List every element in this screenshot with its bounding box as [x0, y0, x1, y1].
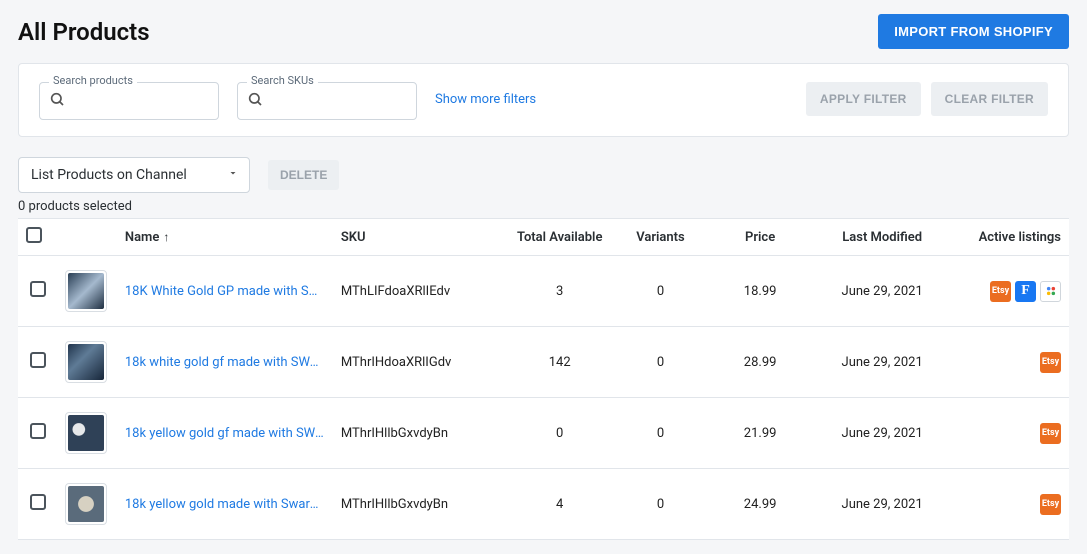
column-header-sku[interactable]: SKU	[333, 219, 507, 256]
product-thumbnail[interactable]	[65, 341, 107, 383]
product-sku: MThrIHdoaXRlIGdv	[333, 327, 507, 398]
google-listing-icon	[1040, 281, 1061, 302]
page-title: All Products	[18, 18, 150, 46]
column-header-total-available[interactable]: Total Available	[507, 219, 612, 256]
etsy-listing-icon: Etsy	[990, 281, 1011, 302]
products-table: Name↑ SKU Total Available Variants Price…	[18, 218, 1069, 540]
product-variants: 0	[612, 327, 708, 398]
delete-button[interactable]: DELETE	[268, 160, 339, 190]
product-total-available: 4	[507, 469, 612, 540]
active-listings: Etsy	[961, 423, 1061, 444]
product-name-link[interactable]: 18k yellow gold made with Swarovski…	[125, 497, 325, 512]
product-sku: MThrIHllbGxvdyBn	[333, 398, 507, 469]
chevron-down-icon	[227, 167, 239, 183]
filters-panel: Search products Search SKUs Show more fi…	[18, 63, 1069, 137]
product-price: 21.99	[709, 398, 812, 469]
row-checkbox[interactable]	[30, 281, 46, 297]
row-checkbox[interactable]	[30, 352, 46, 368]
import-from-shopify-button[interactable]: IMPORT FROM SHOPIFY	[878, 14, 1069, 49]
clear-filter-button[interactable]: CLEAR FILTER	[931, 82, 1048, 116]
product-price: 24.99	[709, 469, 812, 540]
active-listings: EtsyF	[961, 281, 1061, 302]
sort-asc-icon: ↑	[163, 230, 169, 244]
show-more-filters-link[interactable]: Show more filters	[435, 92, 536, 107]
etsy-listing-icon: Etsy	[1040, 494, 1061, 515]
column-header-last-modified[interactable]: Last Modified	[812, 219, 953, 256]
product-last-modified: June 29, 2021	[812, 327, 953, 398]
product-sku: MThLIFdoaXRlIEdv	[333, 256, 507, 327]
product-total-available: 0	[507, 398, 612, 469]
product-variants: 0	[612, 398, 708, 469]
search-products-label: Search products	[49, 74, 137, 87]
product-last-modified: June 29, 2021	[812, 398, 953, 469]
product-sku: MThrIHllbGxvdyBn	[333, 469, 507, 540]
active-listings: Etsy	[961, 494, 1061, 515]
table-row: 18K White Gold GP made with Swaro… MThLIF…	[18, 256, 1069, 327]
list-on-channel-placeholder: List Products on Channel	[31, 167, 187, 183]
column-header-price[interactable]: Price	[709, 219, 812, 256]
column-header-variants[interactable]: Variants	[612, 219, 708, 256]
table-row: 18k yellow gold made with Swarovski… MThr…	[18, 469, 1069, 540]
select-all-checkbox[interactable]	[26, 227, 42, 243]
selection-count: 0 products selected	[18, 199, 1069, 214]
product-last-modified: June 29, 2021	[812, 256, 953, 327]
table-row: 18k white gold gf made with SWARO… MThrIH…	[18, 327, 1069, 398]
product-thumbnail[interactable]	[65, 483, 107, 525]
product-name-link[interactable]: 18K White Gold GP made with Swaro…	[125, 284, 325, 299]
table-row: 18k yellow gold gf made with SWARO… MThrI…	[18, 398, 1069, 469]
apply-filter-button[interactable]: APPLY FILTER	[806, 82, 921, 116]
product-total-available: 142	[507, 327, 612, 398]
active-listings: Etsy	[961, 352, 1061, 373]
etsy-listing-icon: Etsy	[1040, 423, 1061, 444]
product-thumbnail[interactable]	[65, 412, 107, 454]
etsy-listing-icon: Etsy	[1040, 352, 1061, 373]
product-thumbnail[interactable]	[65, 270, 107, 312]
row-checkbox[interactable]	[30, 423, 46, 439]
search-skus-label: Search SKUs	[247, 74, 318, 87]
product-price: 18.99	[709, 256, 812, 327]
product-total-available: 3	[507, 256, 612, 327]
product-variants: 0	[612, 469, 708, 540]
product-variants: 0	[612, 256, 708, 327]
search-skus-input[interactable]	[237, 82, 417, 120]
search-products-input[interactable]	[39, 82, 219, 120]
product-name-link[interactable]: 18k white gold gf made with SWARO…	[125, 355, 325, 370]
product-price: 28.99	[709, 327, 812, 398]
product-name-link[interactable]: 18k yellow gold gf made with SWARO…	[125, 426, 325, 441]
product-last-modified: June 29, 2021	[812, 469, 953, 540]
facebook-listing-icon: F	[1015, 281, 1036, 302]
list-on-channel-select[interactable]: List Products on Channel	[18, 157, 250, 193]
column-header-active-listings[interactable]: Active listings	[953, 219, 1069, 256]
column-header-name[interactable]: Name↑	[117, 219, 333, 256]
